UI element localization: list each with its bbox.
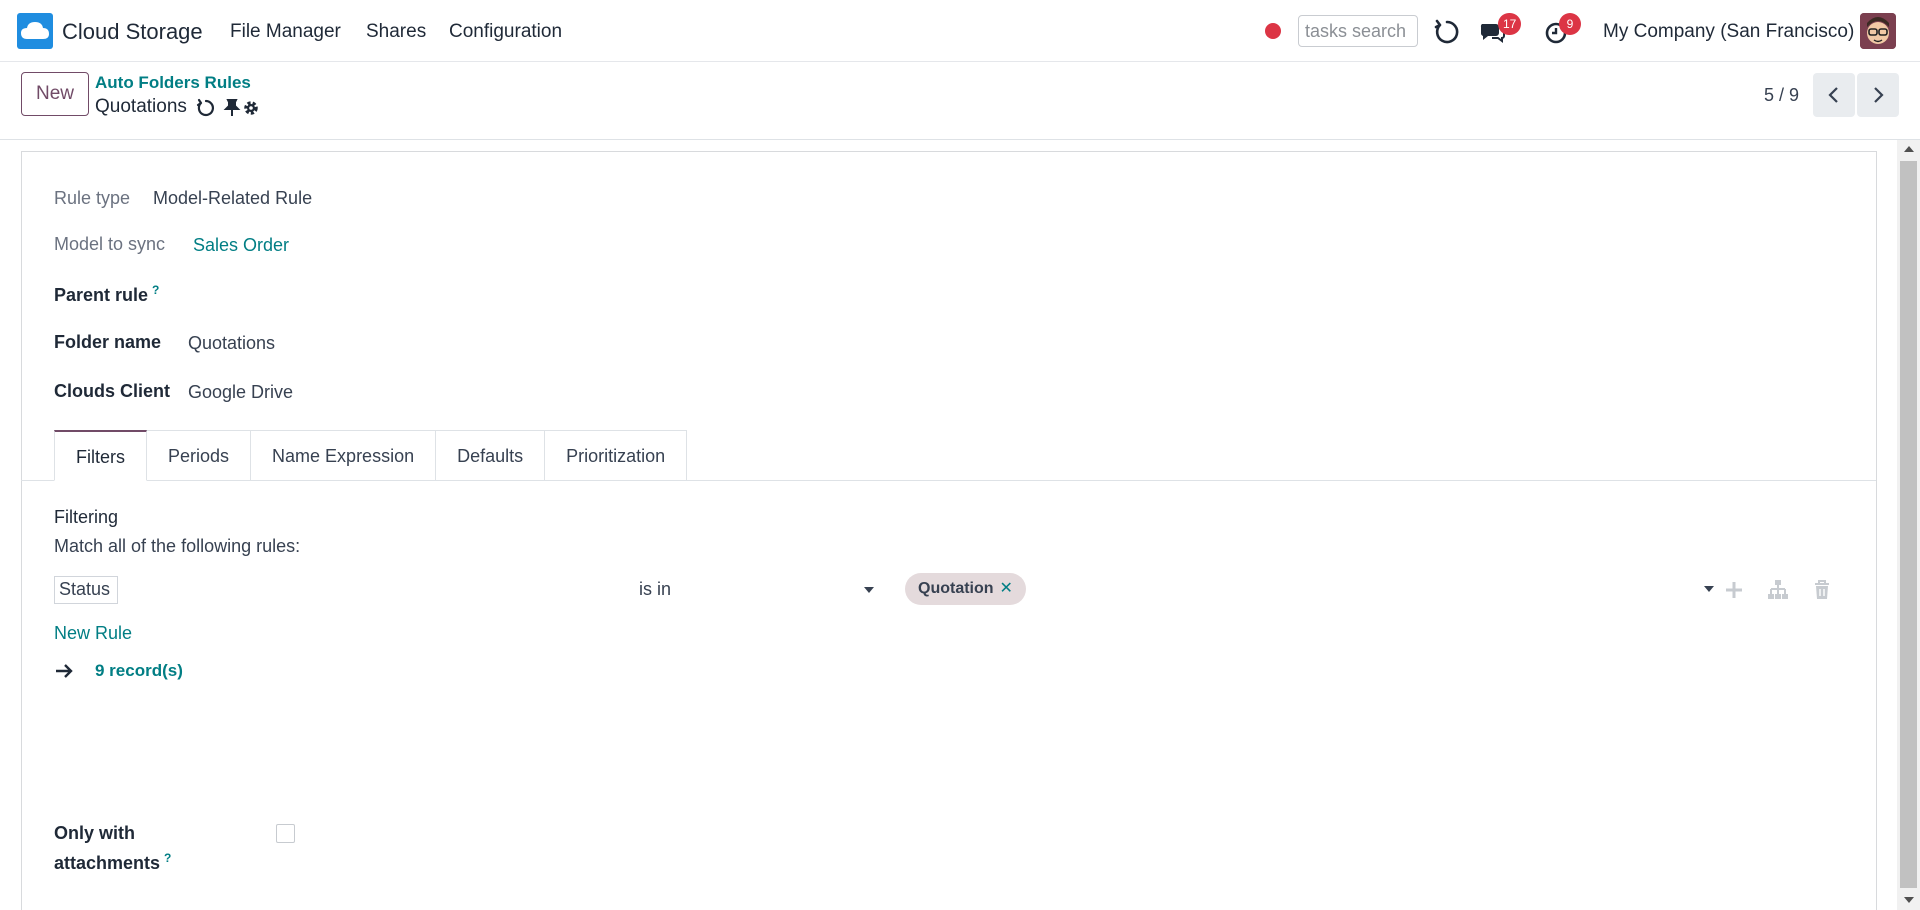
cloud-storage-logo-icon[interactable] bbox=[17, 13, 53, 49]
tab-defaults[interactable]: Defaults bbox=[436, 430, 546, 481]
filtering-heading: Filtering bbox=[54, 507, 119, 527]
parent-rule-field[interactable] bbox=[188, 283, 588, 305]
rule-field-selector[interactable]: Status bbox=[54, 576, 118, 604]
add-rule-icon[interactable] bbox=[1722, 578, 1746, 602]
matching-records-link[interactable]: 9 record(s) bbox=[95, 661, 183, 681]
notebook-tabs: Filters Periods Name Expression Defaults… bbox=[54, 430, 688, 481]
chevron-down-icon[interactable] bbox=[1704, 586, 1714, 592]
activities-count-badge: 9 bbox=[1559, 13, 1581, 35]
tasks-search-input[interactable] bbox=[1298, 15, 1418, 47]
trash-icon[interactable] bbox=[1810, 578, 1834, 602]
gear-icon[interactable] bbox=[241, 98, 261, 118]
pager-value[interactable]: 5 / 9 bbox=[1764, 85, 1799, 106]
menu-file-manager[interactable]: File Manager bbox=[230, 21, 341, 43]
breadcrumb-current-record: Quotations bbox=[95, 96, 187, 117]
model-to-sync-label: Model to sync bbox=[54, 234, 166, 254]
rule-value-tag: Quotation ✕ bbox=[905, 573, 1026, 605]
breadcrumb-auto-folders-rules[interactable]: Auto Folders Rules bbox=[95, 73, 251, 93]
model-to-sync-value[interactable]: Sales Order bbox=[193, 235, 289, 256]
tab-filters[interactable]: Filters bbox=[54, 430, 147, 481]
attachments-help-icon[interactable]: ? bbox=[164, 851, 171, 865]
rule-type-label: Rule type bbox=[54, 188, 131, 208]
pin-icon[interactable] bbox=[222, 98, 242, 118]
scrollbar[interactable] bbox=[1897, 140, 1920, 910]
new-rule-link[interactable]: New Rule bbox=[54, 623, 132, 644]
discuss-refresh-icon[interactable] bbox=[1433, 18, 1461, 46]
folder-name-label: Folder name bbox=[54, 332, 162, 352]
rule-value-tag-label: Quotation bbox=[918, 580, 994, 597]
pager-next-button[interactable] bbox=[1857, 73, 1899, 117]
match-rules-text: Match all of the following rules: bbox=[54, 536, 301, 556]
messages-count-badge: 17 bbox=[1498, 13, 1522, 35]
chevron-right-icon bbox=[1874, 87, 1884, 103]
top-navbar: Cloud Storage File Manager Shares Config… bbox=[0, 0, 1920, 62]
parent-rule-label: Parent rule? bbox=[54, 283, 159, 306]
pager-previous-button[interactable] bbox=[1813, 73, 1855, 117]
recording-indicator-icon[interactable] bbox=[1265, 23, 1281, 39]
scrollbar-thumb[interactable] bbox=[1900, 161, 1917, 888]
control-panel-divider bbox=[0, 139, 1920, 140]
user-avatar[interactable] bbox=[1860, 13, 1896, 49]
company-switcher[interactable]: My Company (San Francisco) bbox=[1603, 21, 1854, 43]
chevron-down-icon[interactable] bbox=[864, 587, 874, 593]
tab-periods[interactable]: Periods bbox=[147, 430, 252, 481]
scroll-up-arrow-icon[interactable] bbox=[1904, 146, 1914, 152]
tab-name-expression[interactable]: Name Expression bbox=[251, 430, 437, 481]
only-with-attachments-label-text: attachments bbox=[54, 853, 161, 873]
only-with-attachments-checkbox[interactable] bbox=[276, 824, 295, 843]
tab-prioritization[interactable]: Prioritization bbox=[545, 430, 688, 481]
chevron-left-icon bbox=[1828, 87, 1838, 103]
new-button[interactable]: New bbox=[21, 72, 89, 116]
parent-rule-help-icon[interactable]: ? bbox=[152, 283, 159, 297]
remove-tag-icon[interactable]: ✕ bbox=[1000, 580, 1013, 597]
rule-operator-select[interactable]: is in bbox=[639, 579, 671, 600]
form-sheet bbox=[21, 151, 1877, 910]
menu-shares[interactable]: Shares bbox=[366, 21, 426, 43]
arrow-right-icon bbox=[56, 664, 73, 678]
app-name[interactable]: Cloud Storage bbox=[62, 19, 203, 45]
add-branch-icon[interactable] bbox=[1766, 578, 1790, 602]
folder-name-value[interactable]: Quotations bbox=[188, 333, 275, 354]
parent-rule-label-text: Parent rule bbox=[54, 285, 149, 305]
clouds-client-value[interactable]: Google Drive bbox=[188, 382, 293, 403]
only-with-attachments-label: Only with bbox=[54, 823, 135, 843]
scroll-down-arrow-icon[interactable] bbox=[1904, 897, 1914, 903]
refresh-icon[interactable] bbox=[196, 98, 216, 118]
only-with-attachments-label-line2: attachments? bbox=[54, 851, 171, 874]
rule-type-value[interactable]: Model-Related Rule bbox=[153, 188, 312, 209]
menu-configuration[interactable]: Configuration bbox=[449, 21, 562, 43]
clouds-client-label: Clouds Client bbox=[54, 381, 170, 401]
